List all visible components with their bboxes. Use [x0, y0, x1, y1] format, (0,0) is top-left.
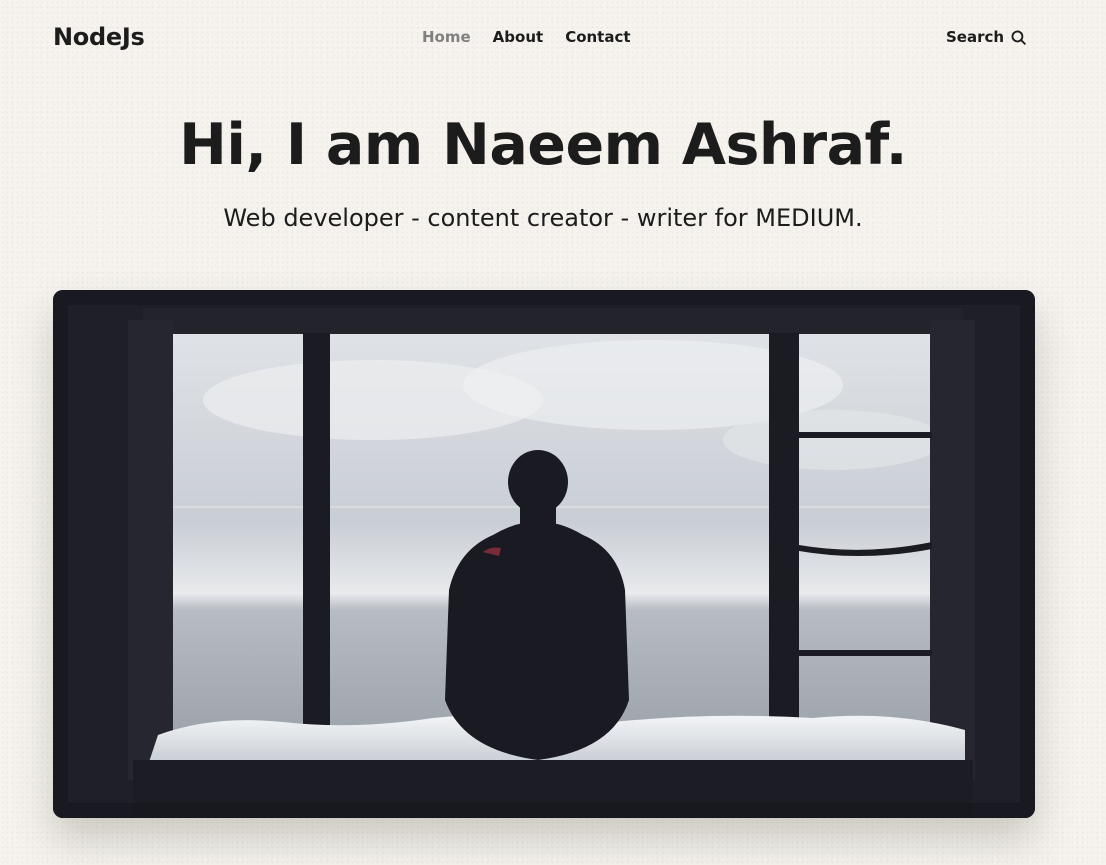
search-icon — [1011, 30, 1026, 45]
main-nav: Home About Contact — [422, 28, 631, 46]
search-button[interactable]: Search — [946, 28, 1027, 46]
hero-subtitle: Web developer - content creator - writer… — [223, 204, 863, 232]
nav-link-about[interactable]: About — [493, 28, 544, 46]
window-post-right — [769, 333, 799, 753]
hero-title: Hi, I am Naeem Ashraf. — [179, 112, 907, 178]
site-logo[interactable]: NodeJs — [53, 23, 145, 51]
window-post-left — [303, 333, 330, 753]
search-label: Search — [946, 28, 1005, 46]
nav-link-home[interactable]: Home — [422, 28, 471, 46]
hero-illustration — [53, 290, 1035, 818]
hero-image — [53, 290, 1035, 818]
site-header: NodeJs Home About Contact Search — [0, 0, 1106, 75]
nav-link-contact[interactable]: Contact — [565, 28, 630, 46]
